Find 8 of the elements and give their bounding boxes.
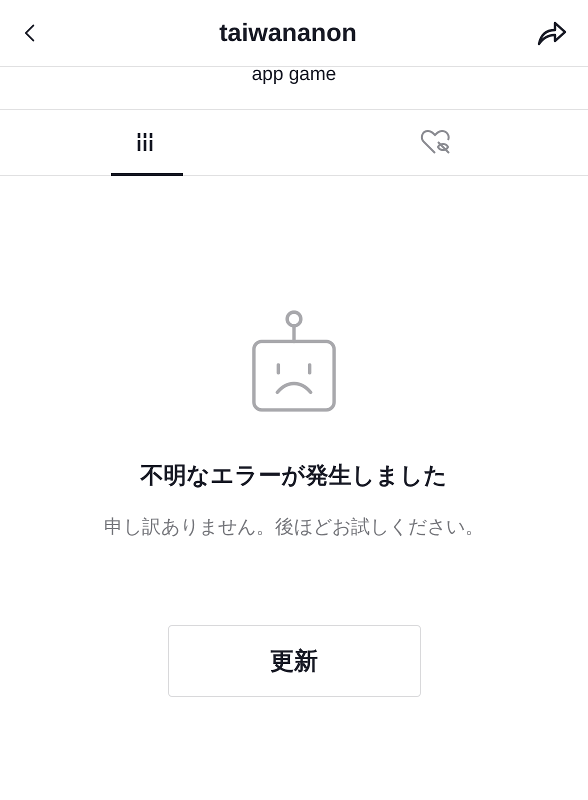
- hidden-heart-icon: [420, 128, 452, 156]
- error-title: 不明なエラーが発生しました: [140, 462, 448, 491]
- refresh-button[interactable]: 更新: [168, 625, 420, 697]
- profile-subtitle: app game: [252, 64, 336, 86]
- sad-robot-icon: [250, 310, 338, 414]
- username-title: taiwananon: [219, 18, 357, 48]
- error-message: 申し訳ありません。後ほどお試しください。: [104, 515, 484, 540]
- share-icon[interactable]: [536, 20, 568, 46]
